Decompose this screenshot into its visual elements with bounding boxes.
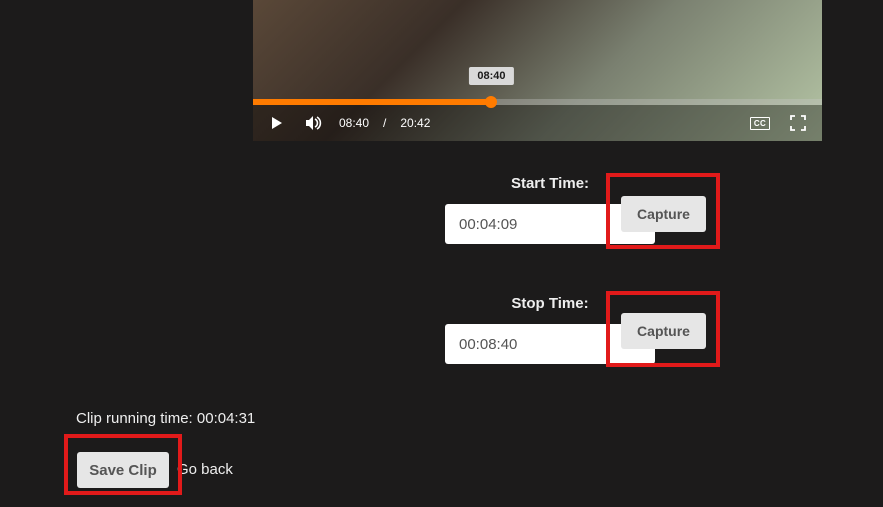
video-control-bar: 08:40 08:40 / 20:42 CC [253, 105, 822, 141]
video-player[interactable]: 08:40 08:40 / 20:42 CC [253, 0, 822, 141]
video-seek-tooltip: 08:40 [469, 67, 513, 85]
video-total-time: 20:42 [400, 116, 430, 130]
video-time-display: 08:40 / 20:42 [339, 116, 430, 130]
go-back-link[interactable]: Go back [177, 461, 233, 478]
play-icon[interactable] [263, 109, 291, 137]
annotation-start-highlight [606, 173, 720, 249]
closed-captions-button[interactable]: CC [746, 109, 774, 137]
running-time-value: 00:04:31 [197, 410, 255, 427]
volume-icon[interactable] [299, 109, 327, 137]
running-time-prefix: Clip running time: [76, 410, 197, 427]
video-progress-track[interactable]: 08:40 [253, 99, 822, 105]
cc-icon: CC [750, 117, 769, 130]
clip-running-time: Clip running time: 00:04:31 [76, 410, 255, 427]
fullscreen-icon[interactable] [784, 109, 812, 137]
video-progress-filled [253, 99, 491, 105]
annotation-stop-highlight [606, 291, 720, 367]
video-time-separator: / [383, 116, 386, 130]
annotation-save-highlight [64, 434, 182, 495]
video-current-time: 08:40 [339, 116, 369, 130]
